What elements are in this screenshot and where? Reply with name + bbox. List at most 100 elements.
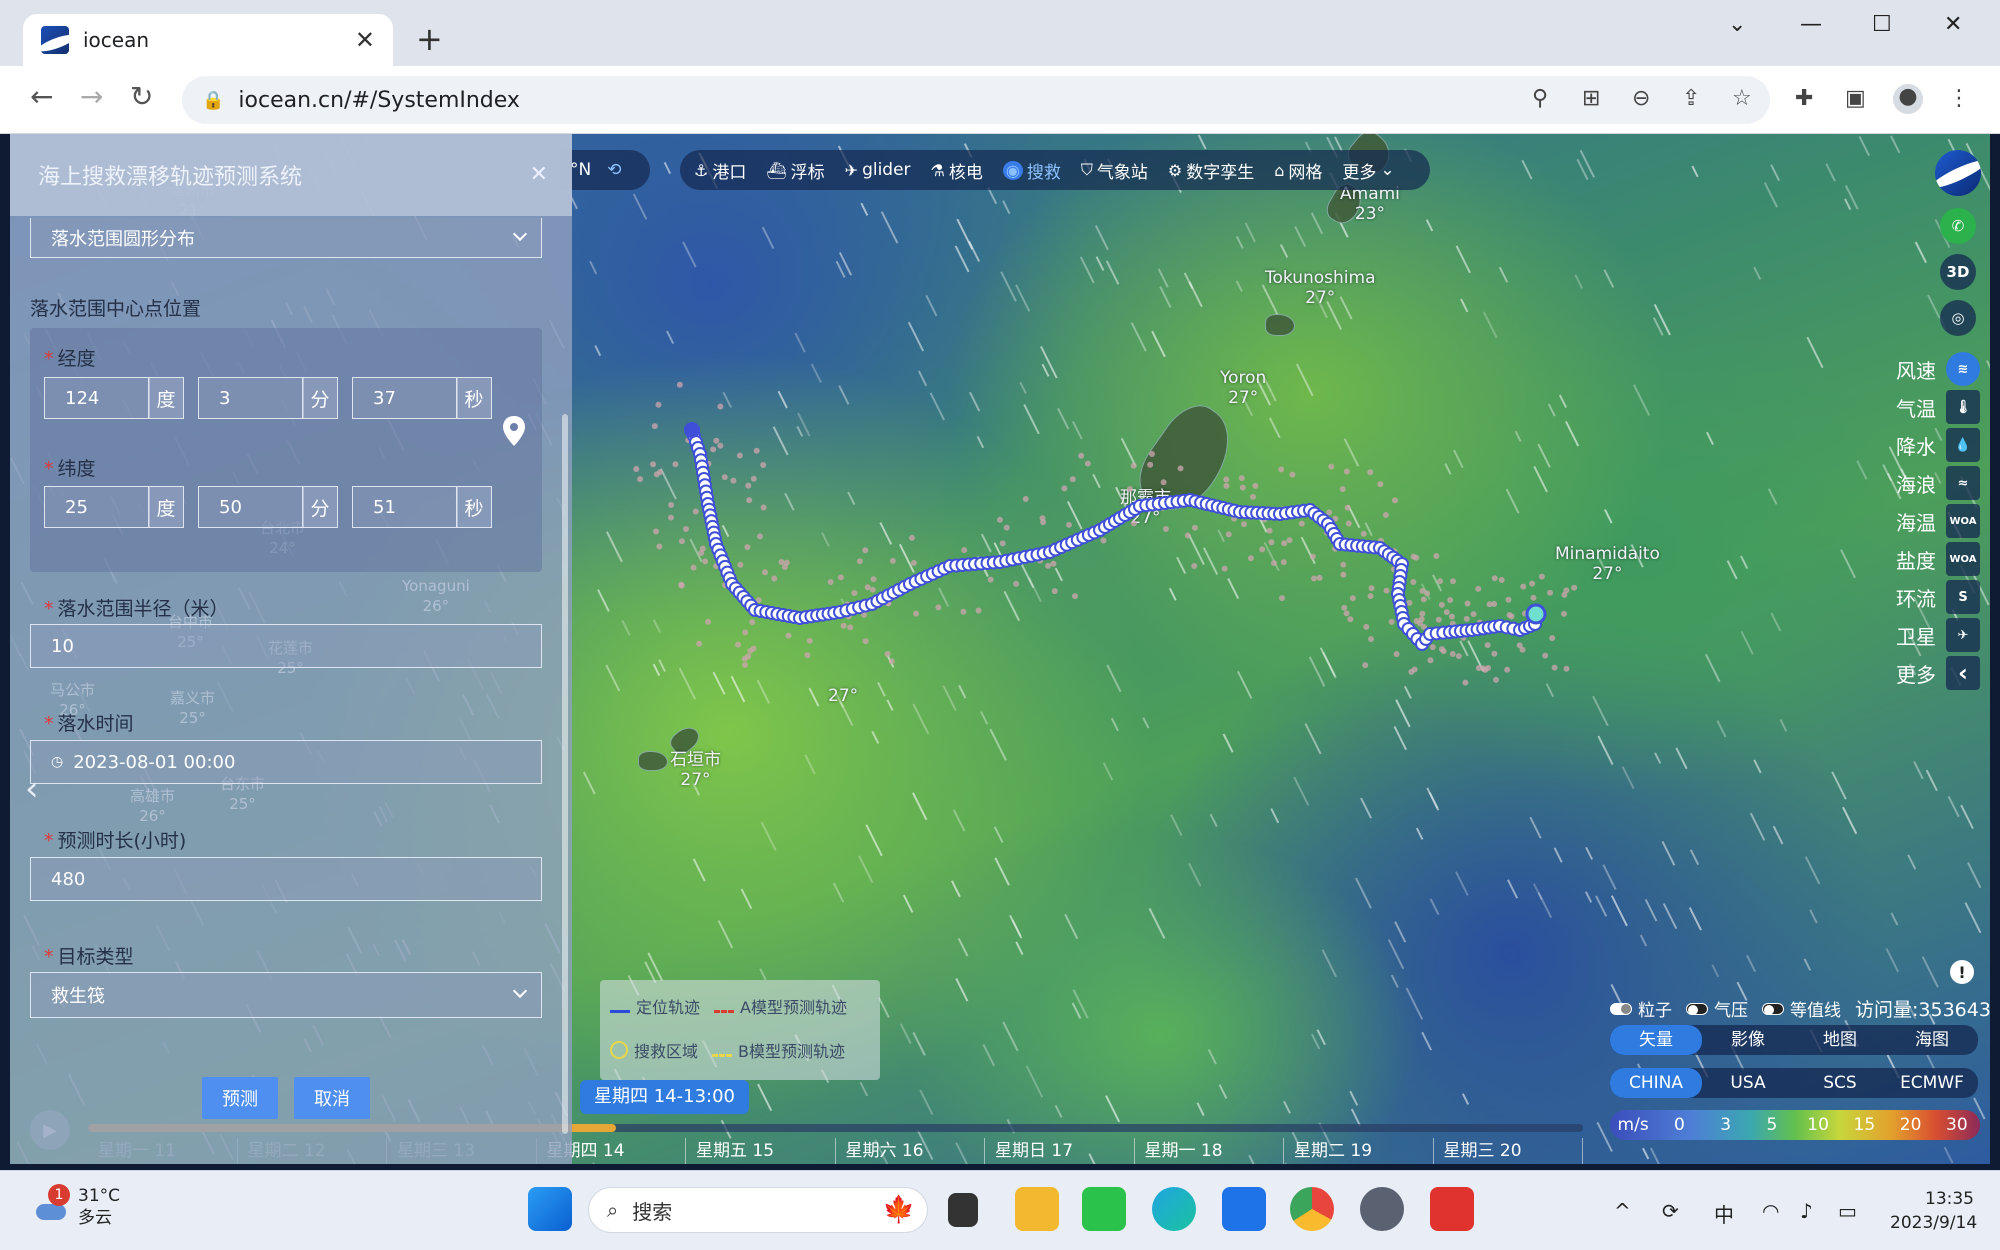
duration-input[interactable]: 480 <box>30 857 542 901</box>
model-scs[interactable]: SCS <box>1794 1068 1886 1098</box>
refresh-layer-icon[interactable]: ⟲ <box>607 160 621 180</box>
drift-start-marker[interactable] <box>684 422 700 438</box>
feishu-icon[interactable] <box>1222 1187 1266 1231</box>
edge-icon[interactable] <box>1152 1187 1196 1231</box>
tray-expand-icon[interactable]: ^ <box>1614 1199 1631 1223</box>
contour-toggle[interactable]: 等值线 <box>1762 996 1841 1021</box>
battery-icon[interactable]: ▭ <box>1838 1199 1857 1223</box>
more-item[interactable]: 更多 ‹ <box>1880 654 1980 692</box>
map-type-chart[interactable]: 海图 <box>1886 1025 1978 1055</box>
wifi-icon[interactable]: ◠ <box>1762 1199 1779 1223</box>
radius-input[interactable]: 10 <box>30 624 542 668</box>
lon-sec-input[interactable]: 37 <box>352 377 458 419</box>
back-icon[interactable]: ← <box>30 80 53 113</box>
target-type-select[interactable]: 救生筏 <box>30 972 542 1018</box>
layer-port[interactable]: ⚓ 港口 <box>694 158 746 183</box>
model-usa[interactable]: USA <box>1702 1068 1794 1098</box>
predict-button[interactable]: 预测 <box>202 1077 278 1119</box>
ime-indicator[interactable]: 中 <box>1714 1199 1734 1228</box>
lock-icon[interactable]: 🔒 <box>202 90 224 111</box>
drift-end-marker[interactable] <box>1525 603 1547 625</box>
wechat-taskbar-icon[interactable] <box>1082 1187 1126 1231</box>
model-china[interactable]: CHINA <box>1610 1068 1702 1098</box>
typhoon-icon[interactable]: ◎ <box>1940 300 1976 336</box>
wechat-icon[interactable]: ✆ <box>1940 208 1976 244</box>
pressure-switch[interactable] <box>1686 1002 1708 1015</box>
layer-grid[interactable]: ⌂ 网格 <box>1274 158 1322 183</box>
weather-widget[interactable]: 1 31°C 多云 <box>28 1184 120 1229</box>
map-pin-icon[interactable] <box>500 414 528 448</box>
lon-deg-input[interactable]: 124 <box>44 377 150 419</box>
translate-icon[interactable]: ⊞ <box>1582 86 1600 111</box>
profile-avatar-icon[interactable]: ● <box>1893 84 1923 114</box>
wave-item[interactable]: 海浪 ≈ <box>1880 464 1980 502</box>
temperature-item[interactable]: 气温 🌡 <box>1880 388 1980 426</box>
pressure-toggle[interactable]: 气压 <box>1686 996 1748 1021</box>
task-view-icon[interactable] <box>948 1193 978 1227</box>
lat-min-input[interactable]: 50 <box>198 486 304 528</box>
side-panel-icon[interactable]: ▣ <box>1845 86 1866 111</box>
tab-search-chevron-icon[interactable]: ⌄ <box>1728 12 1746 37</box>
model-ecmwf[interactable]: ECMWF <box>1886 1068 1978 1098</box>
volume-icon[interactable]: ♪ <box>1800 1199 1813 1223</box>
minimize-icon[interactable]: — <box>1800 12 1822 37</box>
wind-speed-item[interactable]: 风速 ≋ <box>1880 350 1980 388</box>
timeline-day[interactable]: 星期六 16 <box>836 1138 985 1164</box>
precipitation-item[interactable]: 降水 💧 <box>1880 426 1980 464</box>
drop-time-picker[interactable]: ◷ 2023-08-01 00:00 <box>30 740 542 784</box>
timeline-day[interactable]: 星期三 20 <box>1434 1138 1583 1164</box>
layer-more[interactable]: 更多 ⌄ <box>1342 158 1394 183</box>
maximize-icon[interactable]: ☐ <box>1872 12 1892 37</box>
particle-toggle[interactable]: 粒子 <box>1610 996 1672 1021</box>
layer-rescue[interactable]: ◉ 搜救 <box>1002 158 1061 183</box>
contour-switch[interactable] <box>1762 1002 1784 1015</box>
layer-nuclear[interactable]: ⚗ 核电 <box>931 158 983 183</box>
extensions-icon[interactable]: ✚ <box>1795 86 1813 111</box>
cancel-button[interactable]: 取消 <box>294 1077 370 1119</box>
salinity-item[interactable]: 盐度 WOA <box>1880 540 1980 578</box>
wps-icon[interactable] <box>1430 1187 1474 1231</box>
iocean-logo-icon[interactable] <box>1935 150 1981 196</box>
circulation-item[interactable]: 环流 S <box>1880 578 1980 616</box>
panel-close-icon[interactable]: ✕ <box>530 162 548 187</box>
tab-close-icon[interactable]: ✕ <box>355 26 375 54</box>
location-icon[interactable]: ⚲ <box>1532 86 1548 111</box>
taskbar-search[interactable]: ⌕ 搜索 🍁 <box>588 1187 928 1233</box>
share-icon[interactable]: ⇪ <box>1682 86 1700 111</box>
browser-menu-icon[interactable]: ⋮ <box>1948 86 1970 111</box>
satellite-item[interactable]: 卫星 ✈ <box>1880 616 1980 654</box>
settings-gear-icon[interactable] <box>1360 1187 1404 1231</box>
panel-scrollbar[interactable] <box>562 414 568 1134</box>
3d-button[interactable]: 3D <box>1940 254 1976 290</box>
layer-digital-twin[interactable]: ⚙ 数字孪生 <box>1168 158 1254 183</box>
lon-min-input[interactable]: 3 <box>198 377 304 419</box>
timeline-day[interactable]: 星期日 17 <box>985 1138 1135 1164</box>
chrome-icon[interactable] <box>1290 1187 1334 1231</box>
distribution-select[interactable]: 落水范围圆形分布 <box>30 218 542 258</box>
map-type-imagery[interactable]: 影像 <box>1702 1025 1794 1055</box>
forward-icon[interactable]: → <box>80 80 103 113</box>
browser-tab[interactable]: iocean ✕ <box>23 14 393 66</box>
alert-icon[interactable]: ! <box>1950 960 1974 984</box>
timeline-day[interactable]: 星期五 15 <box>686 1138 836 1164</box>
zoom-icon[interactable]: ⊖ <box>1632 86 1650 111</box>
layer-weather-station[interactable]: ⛉ 气象站 <box>1081 158 1148 183</box>
sync-icon[interactable]: ⟳ <box>1662 1199 1679 1223</box>
new-tab-icon[interactable]: + <box>416 20 443 58</box>
timeline-day[interactable]: 星期二 19 <box>1284 1138 1434 1164</box>
bookmark-star-icon[interactable]: ☆ <box>1732 86 1752 111</box>
map-type-map[interactable]: 地图 <box>1794 1025 1886 1055</box>
reload-icon[interactable]: ↻ <box>130 80 153 113</box>
particle-switch[interactable] <box>1610 1002 1632 1015</box>
collapse-panel-icon[interactable]: ‹ <box>25 769 39 809</box>
layer-glider[interactable]: ✈ glider <box>845 160 911 180</box>
file-explorer-icon[interactable] <box>1015 1187 1059 1231</box>
window-close-icon[interactable]: ✕ <box>1944 12 1962 37</box>
lat-deg-input[interactable]: 25 <box>44 486 150 528</box>
url-text[interactable]: iocean.cn/#/SystemIndex <box>238 88 520 113</box>
system-clock[interactable]: 13:35 2023/9/14 <box>1890 1187 1977 1235</box>
timeline-day[interactable]: 星期一 18 <box>1135 1138 1284 1164</box>
layer-buoy[interactable]: ⛴ 浮标 <box>766 158 824 183</box>
start-icon[interactable] <box>528 1187 572 1231</box>
address-bar[interactable]: 🔒 iocean.cn/#/SystemIndex ⚲ ⊞ ⊖ ⇪ ☆ <box>182 76 1770 124</box>
